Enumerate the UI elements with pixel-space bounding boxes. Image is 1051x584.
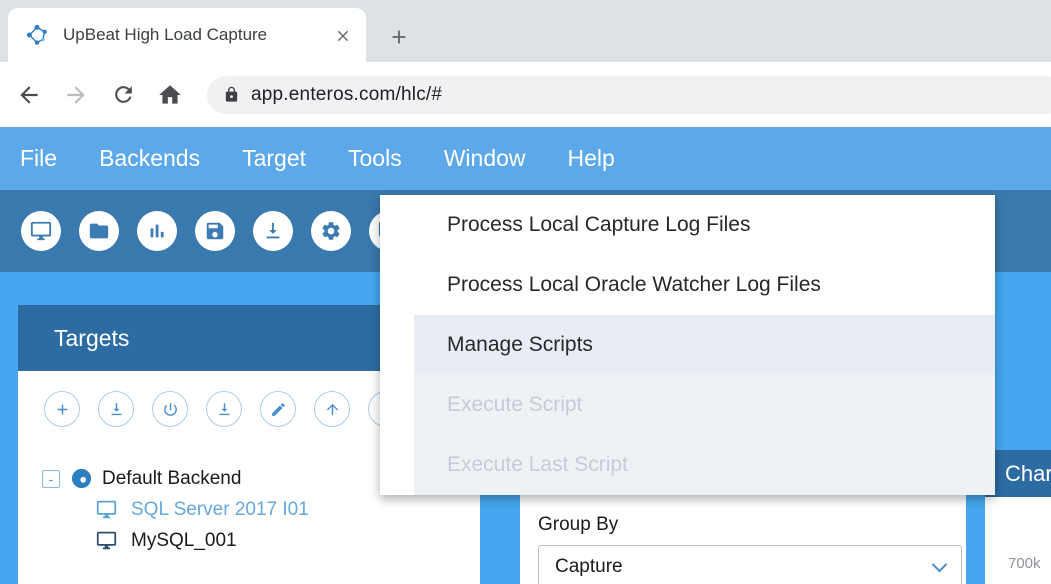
- menu-item-manage-scripts[interactable]: Manage Scripts: [380, 315, 995, 375]
- forward-button[interactable]: [61, 80, 91, 110]
- monitor-icon: [96, 499, 117, 520]
- menu-backends[interactable]: Backends: [99, 145, 200, 172]
- plus-icon: [54, 401, 71, 418]
- back-button[interactable]: [14, 80, 44, 110]
- targets-panel-title: Targets: [54, 325, 129, 352]
- group-by-label: Group By: [538, 514, 618, 536]
- pencil-icon: [270, 401, 287, 418]
- tab-strip: UpBeat High Load Capture: [0, 0, 1051, 62]
- tree-item-label: SQL Server 2017 I01: [131, 499, 309, 521]
- edit-target-button[interactable]: [260, 391, 296, 427]
- app-menubar: File Backends Target Tools Window Help: [0, 127, 1051, 190]
- toolbar-settings-button[interactable]: [311, 211, 351, 251]
- chevron-down-icon: [932, 556, 948, 572]
- power-icon: [162, 401, 179, 418]
- group-by-select[interactable]: Capture: [538, 545, 962, 584]
- backend-globe-icon: [70, 467, 93, 490]
- tools-dropdown-menu: Process Local Capture Log Files Process …: [380, 195, 995, 495]
- menu-gutter: [380, 195, 414, 495]
- new-tab-button[interactable]: [382, 20, 416, 54]
- bar-chart-icon: [146, 220, 168, 242]
- tree-item-label: MySQL_001: [131, 530, 237, 552]
- browser-window: UpBeat High Load Capture: [0, 0, 1051, 584]
- up-arrow-icon: [324, 401, 341, 418]
- download-tray-icon: [216, 401, 233, 418]
- group-by-value: Capture: [555, 556, 623, 578]
- tree-item-label: Default Backend: [102, 468, 241, 490]
- tab-title: UpBeat High Load Capture: [63, 25, 332, 45]
- import-icon: [262, 220, 284, 242]
- add-target-button[interactable]: [44, 391, 80, 427]
- menu-item-execute-last-script: Execute Last Script: [380, 435, 995, 495]
- menu-tools[interactable]: Tools: [348, 145, 402, 172]
- import-tray-icon: [108, 401, 125, 418]
- toolbar-monitor-button[interactable]: [21, 211, 61, 251]
- tree-item-sql-server[interactable]: SQL Server 2017 I01: [96, 494, 480, 525]
- tab-close-icon[interactable]: [332, 24, 354, 46]
- url-domain: app.enteros.com: [251, 84, 396, 105]
- refresh-button[interactable]: [108, 80, 138, 110]
- toolbar-folder-button[interactable]: [79, 211, 119, 251]
- monitor-icon: [96, 530, 117, 551]
- browser-tab[interactable]: UpBeat High Load Capture: [8, 8, 366, 62]
- tree-collapse-toggle[interactable]: -: [42, 470, 60, 488]
- gear-icon: [320, 220, 342, 242]
- toolbar-chart-button[interactable]: [137, 211, 177, 251]
- save-icon: [204, 220, 226, 242]
- app-favicon-icon: [24, 22, 50, 48]
- download-target-button[interactable]: [206, 391, 242, 427]
- menu-target[interactable]: Target: [242, 145, 306, 172]
- upload-target-button[interactable]: [314, 391, 350, 427]
- chart-y-axis-label: 700k: [1008, 555, 1041, 572]
- charts-panel-title: Charts: [1005, 461, 1051, 487]
- menu-item-process-oracle-watcher[interactable]: Process Local Oracle Watcher Log Files: [380, 255, 995, 315]
- url-path: /hlc/#: [396, 84, 443, 105]
- toolbar-import-button[interactable]: [253, 211, 293, 251]
- power-target-button[interactable]: [152, 391, 188, 427]
- home-button[interactable]: [155, 80, 185, 110]
- toolbar-save-button[interactable]: [195, 211, 235, 251]
- browser-toolbar: app.enteros.com/hlc/#: [0, 62, 1051, 127]
- menu-item-process-local-capture[interactable]: Process Local Capture Log Files: [380, 195, 995, 255]
- menu-file[interactable]: File: [20, 145, 57, 172]
- import-target-button[interactable]: [98, 391, 134, 427]
- tree-item-mysql[interactable]: MySQL_001: [96, 525, 480, 556]
- monitor-icon: [30, 220, 52, 242]
- address-bar[interactable]: app.enteros.com/hlc/#: [207, 76, 1051, 114]
- folder-icon: [88, 220, 110, 242]
- lock-icon: [223, 86, 240, 103]
- menu-item-execute-script: Execute Script: [380, 375, 995, 435]
- menu-window[interactable]: Window: [444, 145, 526, 172]
- menu-help[interactable]: Help: [568, 145, 615, 172]
